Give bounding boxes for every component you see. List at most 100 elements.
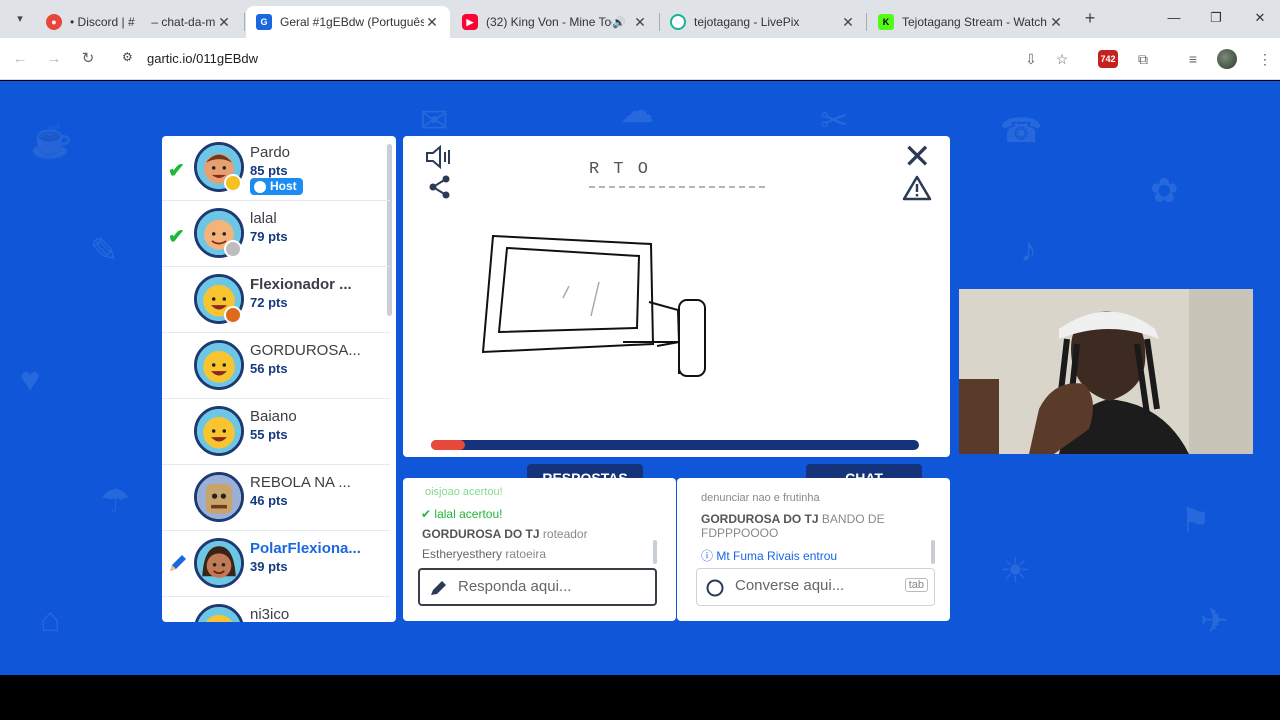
reload-button[interactable]: ↻ (78, 49, 98, 69)
maximize-button[interactable]: ❐ (1204, 8, 1228, 28)
livepix-icon (670, 14, 686, 30)
media-controls-icon[interactable]: ≡ (1183, 49, 1203, 69)
player-name: Flexionador ... (250, 276, 352, 293)
avatar (194, 340, 244, 390)
webcam-overlay (959, 289, 1253, 454)
tab-shortcut-hint: tab (904, 578, 928, 592)
drawing-board[interactable]: R T O ✕ (403, 136, 950, 457)
player-name: PolarFlexiona... (250, 540, 361, 557)
answer-line: ✔ lalal acertou! (421, 507, 503, 521)
tab-livepix[interactable]: tejotagang - LivePix ✕ (660, 6, 866, 38)
player-points: 72 pts (250, 295, 288, 310)
chat-line: GORDUROSA DO TJ BANDO DE FDPPPOOOO (701, 512, 885, 540)
close-tab-icon[interactable]: ✕ (1048, 14, 1064, 31)
player-name: Pardo (250, 144, 291, 161)
player-points: 56 pts (250, 361, 288, 376)
avatar (194, 604, 244, 622)
drawing-pencil-icon (170, 555, 186, 571)
player-row[interactable]: Baiano 55 pts (162, 400, 390, 465)
word-hint: R T O (589, 160, 651, 179)
chat-line: ⓘ Mt Fuma Rivais entrou (701, 549, 838, 563)
player-row[interactable]: ✔ Pardo 85 pts Host (162, 136, 390, 201)
player-points: 39 pts (250, 559, 288, 574)
player-name: ni3ico (250, 606, 290, 622)
url-text[interactable]: gartic.io/011gEBdw (147, 51, 258, 66)
close-tab-icon[interactable]: ✕ (632, 14, 648, 31)
info-icon: ⓘ (701, 549, 714, 563)
bottom-black-bar (0, 675, 1280, 720)
install-app-icon[interactable]: ⇩ (1021, 49, 1041, 69)
player-row[interactable]: Flexionador ... 72 pts (162, 268, 390, 333)
player-name: lalal (250, 210, 277, 227)
new-tab-button[interactable]: + (1080, 8, 1100, 28)
bookmark-star-icon[interactable]: ☆ (1052, 49, 1072, 69)
round-timer (431, 440, 919, 450)
player-points: 55 pts (250, 427, 288, 442)
status-dot (224, 306, 242, 324)
host-icon (254, 180, 266, 193)
streamer-webcam (959, 289, 1253, 454)
tab-strip: ▾ ● • Discord | # – chat-da-m ✕ G Geral … (0, 0, 1280, 38)
player-name: GORDUROSA... (250, 342, 361, 359)
back-button[interactable]: ← (10, 49, 30, 69)
chat-scrollbar[interactable] (931, 540, 935, 564)
close-window-button[interactable]: ✕ (1248, 8, 1272, 28)
answers-panel: oisjoao acertou! ✔ lalal acertou! GORDUR… (403, 478, 676, 621)
answer-line: GORDUROSA DO TJ roteador (422, 527, 588, 541)
answer-input[interactable]: Responda aqui... (418, 568, 657, 606)
extension-badge[interactable]: 742 (1098, 50, 1118, 68)
avatar (194, 472, 244, 522)
player-row[interactable]: REBOLA NA ... 46 pts (162, 466, 390, 531)
menu-kebab-icon[interactable]: ⋮ (1255, 49, 1275, 69)
status-dot (224, 240, 242, 258)
word-hint-blanks (589, 186, 765, 188)
tab-kick[interactable]: K Tejotagang Stream - Watch ✕ (868, 6, 1074, 38)
chat-input[interactable]: Converse aqui... tab (696, 568, 935, 606)
tab-youtube[interactable]: ▶ (32) King Von - Mine Toc 🔊 ✕ (452, 6, 658, 38)
status-dot (224, 174, 242, 192)
player-row[interactable]: GORDUROSA... 56 pts (162, 334, 390, 399)
player-name: Baiano (250, 408, 297, 425)
answer-line: Estheryesthery ratoeira (422, 547, 547, 561)
sound-toggle-icon[interactable] (423, 142, 457, 172)
gartic-icon: G (256, 14, 272, 30)
avatar (194, 406, 244, 456)
player-row[interactable]: ✔ lalal 79 pts (162, 202, 390, 267)
close-tab-icon[interactable]: ✕ (840, 14, 856, 31)
address-bar[interactable]: ⚙ gartic.io/011gEBdw (112, 43, 1262, 75)
close-icon[interactable]: ✕ (903, 140, 932, 174)
correct-check-icon: ✔ (421, 507, 432, 521)
pencil-icon (431, 581, 446, 595)
close-tab-icon[interactable]: ✕ (216, 14, 232, 31)
tab-discord[interactable]: ● • Discord | # – chat-da-m ✕ (36, 6, 242, 38)
minimize-button[interactable]: — (1162, 8, 1186, 28)
chat-bubble-icon (706, 579, 724, 597)
chat-panel: denunciar nao e frutinha GORDUROSA DO TJ… (677, 478, 950, 621)
site-info-icon[interactable]: ⚙ (122, 50, 133, 64)
player-points: 85 pts (250, 163, 288, 178)
round-timer-fill (431, 440, 466, 450)
player-points: 79 pts (250, 229, 288, 244)
report-warning-icon[interactable] (902, 174, 932, 202)
player-row[interactable]: PolarFlexiona... 39 pts (162, 532, 390, 597)
player-list: ✔ Pardo 85 pts Host ✔ lalal 79 pts Flexi… (162, 136, 396, 622)
avatar (194, 538, 244, 588)
correct-check-icon: ✔ (168, 160, 185, 182)
discord-icon: ● (46, 14, 62, 30)
close-tab-icon[interactable]: ✕ (424, 14, 440, 31)
tab-search-icon[interactable]: ▾ (10, 9, 30, 29)
youtube-icon: ▶ (462, 14, 478, 30)
forward-button[interactable]: → (44, 49, 64, 69)
answers-scrollbar[interactable] (653, 540, 657, 564)
chat-line: denunciar nao e frutinha (701, 492, 820, 504)
tab-gartic[interactable]: G Geral #1gEBdw (Português) ✕ (246, 6, 450, 38)
share-icon[interactable] (427, 174, 453, 200)
player-row[interactable]: ni3ico (162, 598, 390, 622)
host-badge: Host (250, 178, 303, 195)
browser-toolbar: ← → ↻ ⚙ gartic.io/011gEBdw ⇩ ☆ 742 ⧉ ≡ ⋮ (0, 38, 1280, 80)
kick-icon: K (878, 14, 894, 30)
speaker-icon[interactable]: 🔊 (612, 16, 626, 29)
correct-check-icon: ✔ (168, 226, 185, 248)
extensions-puzzle-icon[interactable]: ⧉ (1133, 49, 1153, 69)
profile-avatar[interactable] (1217, 49, 1237, 69)
